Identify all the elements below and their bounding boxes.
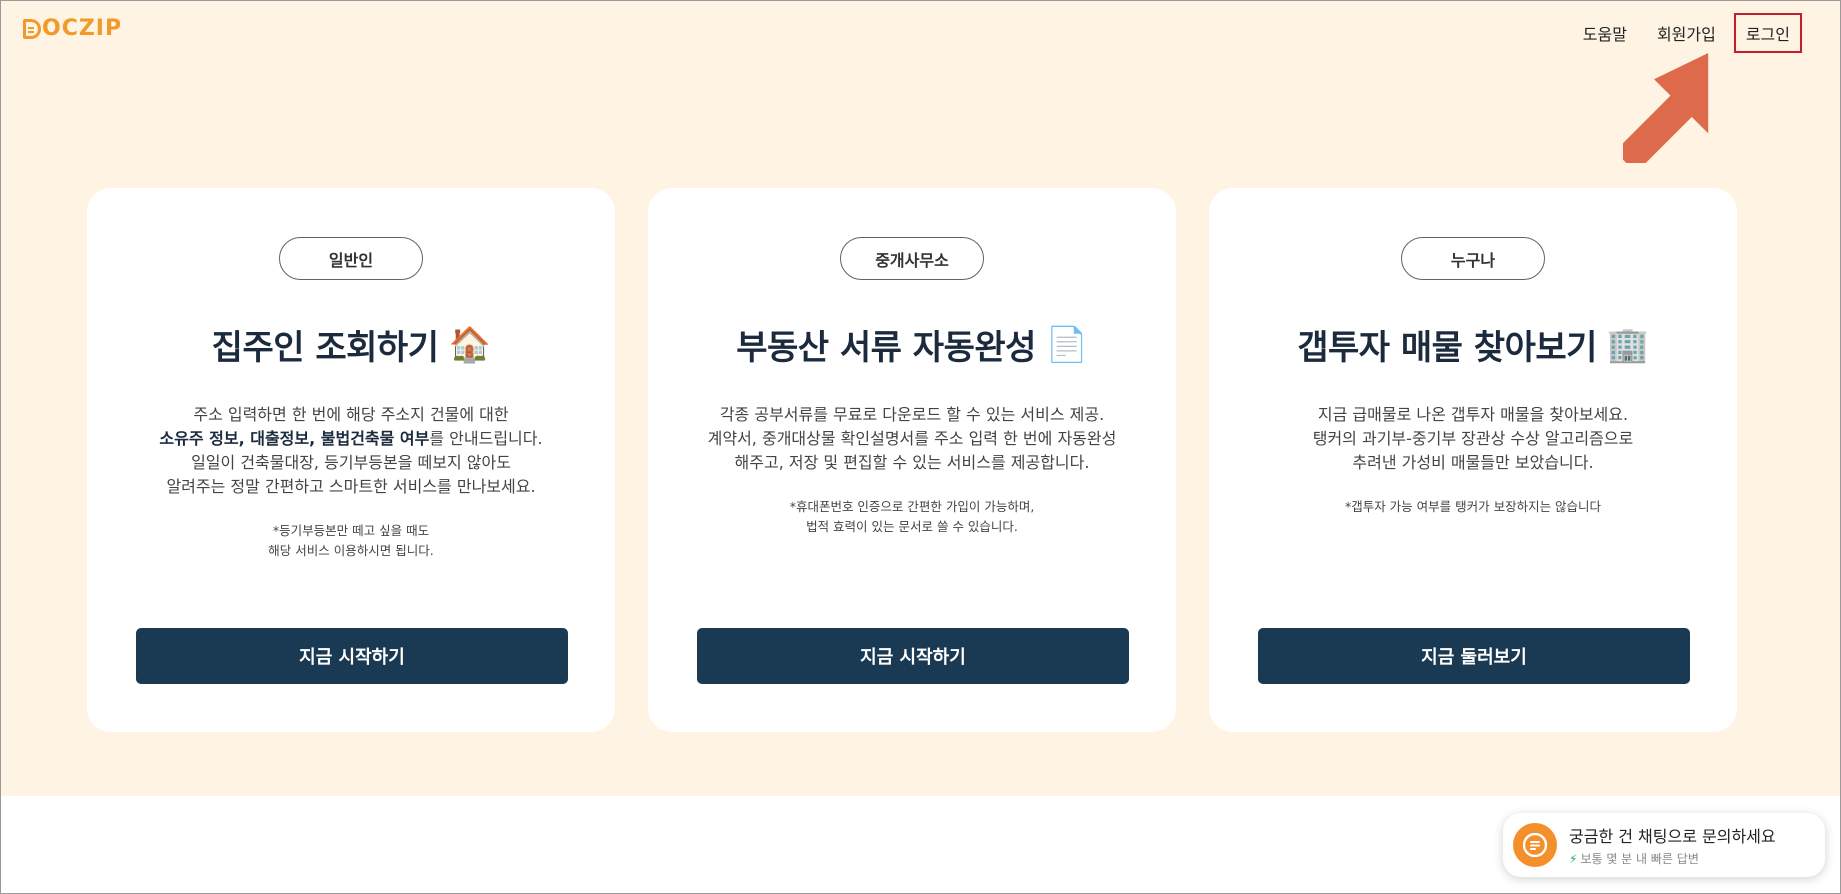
desc-line: 주소 입력하면 한 번에 해당 주소지 건물에 대한 [193, 405, 509, 424]
hero-section: OCZIP 도움말 회원가입 로그인 일반인 집주인 조회하기 🏠 주소 입력하… [1, 1, 1840, 796]
browse-button[interactable]: 지금 둘러보기 [1258, 628, 1690, 684]
card-tag: 중개사무소 [840, 237, 984, 280]
desc-line: 일일이 건축물대장, 등기부등본을 떼보지 않아도 [191, 453, 511, 472]
desc-line: 각종 공부서류를 무료로 다운로드 할 수 있는 서비스 제공. [719, 405, 1105, 424]
card-title-text: 부동산 서류 자동완성 [736, 328, 1036, 368]
service-cards: 일반인 집주인 조회하기 🏠 주소 입력하면 한 번에 해당 주소지 건물에 대… [87, 188, 1737, 732]
note-line: *등기부등본만 떼고 싶을 때도 [272, 523, 430, 538]
desc-line: 계약서, 중개대상물 확인설명서를 주소 입력 한 번에 자동완성 [707, 429, 1117, 448]
card-document-autofill: 중개사무소 부동산 서류 자동완성 📄 각종 공부서류를 무료로 다운로드 할 … [648, 188, 1176, 732]
card-note: *휴대폰번호 인증으로 간편한 가입이 가능하며, 법적 효력이 있는 문서로 … [790, 497, 1035, 537]
card-gap-investment: 누구나 갭투자 매물 찾아보기 🏢 지금 급매물로 나온 갭투자 매물을 찾아보… [1209, 188, 1737, 732]
card-tag: 일반인 [279, 237, 423, 280]
card-title: 집주인 조회하기 🏠 [212, 320, 491, 369]
chat-subtitle-text: 보통 몇 분 내 빠른 답변 [1580, 852, 1699, 866]
note-line: 해당 서비스 이용하시면 됩니다. [268, 543, 434, 558]
card-title: 갭투자 매물 찾아보기 🏢 [1297, 320, 1649, 369]
start-button[interactable]: 지금 시작하기 [136, 628, 568, 684]
desc-line: 지금 급매물로 나온 갭투자 매물을 찾아보세요. [1317, 405, 1629, 424]
chat-subtitle: ⚡ 보통 몇 분 내 빠른 답변 [1569, 850, 1776, 867]
pointer-arrow-icon [1623, 53, 1709, 163]
desc-line: 추려낸 가성비 매물들만 보았습니다. [1352, 453, 1594, 472]
card-description: 각종 공부서류를 무료로 다운로드 할 수 있는 서비스 제공. 계약서, 중개… [682, 403, 1142, 475]
chat-title: 궁금한 건 채팅으로 문의하세요 [1569, 827, 1776, 846]
logo-d-mark-icon [23, 18, 41, 39]
chat-text: 궁금한 건 채팅으로 문의하세요 ⚡ 보통 몇 분 내 빠른 답변 [1569, 823, 1776, 867]
desc-text: 를 안내드립니다. [429, 429, 543, 448]
chat-widget[interactable]: 궁금한 건 채팅으로 문의하세요 ⚡ 보통 몇 분 내 빠른 답변 [1503, 813, 1825, 877]
desc-line: 소유주 정보, 대출정보, 불법건축물 여부를 안내드립니다. [121, 427, 581, 451]
logo[interactable]: OCZIP [23, 16, 122, 41]
card-description: 주소 입력하면 한 번에 해당 주소지 건물에 대한 소유주 정보, 대출정보,… [121, 403, 581, 499]
note-line: 법적 효력이 있는 문서로 쓸 수 있습니다. [806, 519, 1018, 534]
browser-frame: OCZIP 도움말 회원가입 로그인 일반인 집주인 조회하기 🏠 주소 입력하… [0, 0, 1841, 894]
desc-line: 알려주는 정말 간편하고 스마트한 서비스를 만나보세요. [166, 477, 536, 496]
logo-text: OCZIP [42, 16, 123, 41]
card-note: *갭투자 가능 여부를 탱커가 보장하지는 않습니다 [1345, 497, 1601, 517]
note-line: *갭투자 가능 여부를 탱커가 보장하지는 않습니다 [1344, 499, 1602, 514]
nav-login-link[interactable]: 로그인 [1733, 13, 1802, 53]
document-icon: 📄 [1045, 324, 1088, 365]
nav-signup-link[interactable]: 회원가입 [1645, 15, 1728, 51]
desc-line: 탱커의 과기부-중기부 장관상 수상 알고리즘으로 [1312, 429, 1634, 448]
chat-bubble-icon [1513, 823, 1557, 867]
house-icon: 🏠 [448, 324, 491, 365]
desc-highlight: 소유주 정보, 대출정보, 불법건축물 여부 [159, 429, 430, 448]
card-owner-lookup: 일반인 집주인 조회하기 🏠 주소 입력하면 한 번에 해당 주소지 건물에 대… [87, 188, 615, 732]
top-nav: 도움말 회원가입 로그인 [1565, 13, 1802, 53]
start-button[interactable]: 지금 시작하기 [697, 628, 1129, 684]
card-note: *등기부등본만 떼고 싶을 때도 해당 서비스 이용하시면 됩니다. [268, 521, 433, 561]
card-tag: 누구나 [1401, 237, 1545, 280]
lightning-icon: ⚡ [1569, 851, 1578, 866]
card-description: 지금 급매물로 나온 갭투자 매물을 찾아보세요. 탱커의 과기부-중기부 장관… [1243, 403, 1703, 475]
desc-line: 해주고, 저장 및 편집할 수 있는 서비스를 제공합니다. [734, 453, 1090, 472]
card-title-text: 집주인 조회하기 [211, 328, 439, 368]
card-title-text: 갭투자 매물 찾아보기 [1297, 328, 1597, 368]
nav-help-link[interactable]: 도움말 [1571, 15, 1639, 51]
card-title: 부동산 서류 자동완성 📄 [736, 320, 1088, 369]
office-building-icon: 🏢 [1606, 324, 1649, 365]
note-line: *휴대폰번호 인증으로 간편한 가입이 가능하며, [789, 499, 1035, 514]
